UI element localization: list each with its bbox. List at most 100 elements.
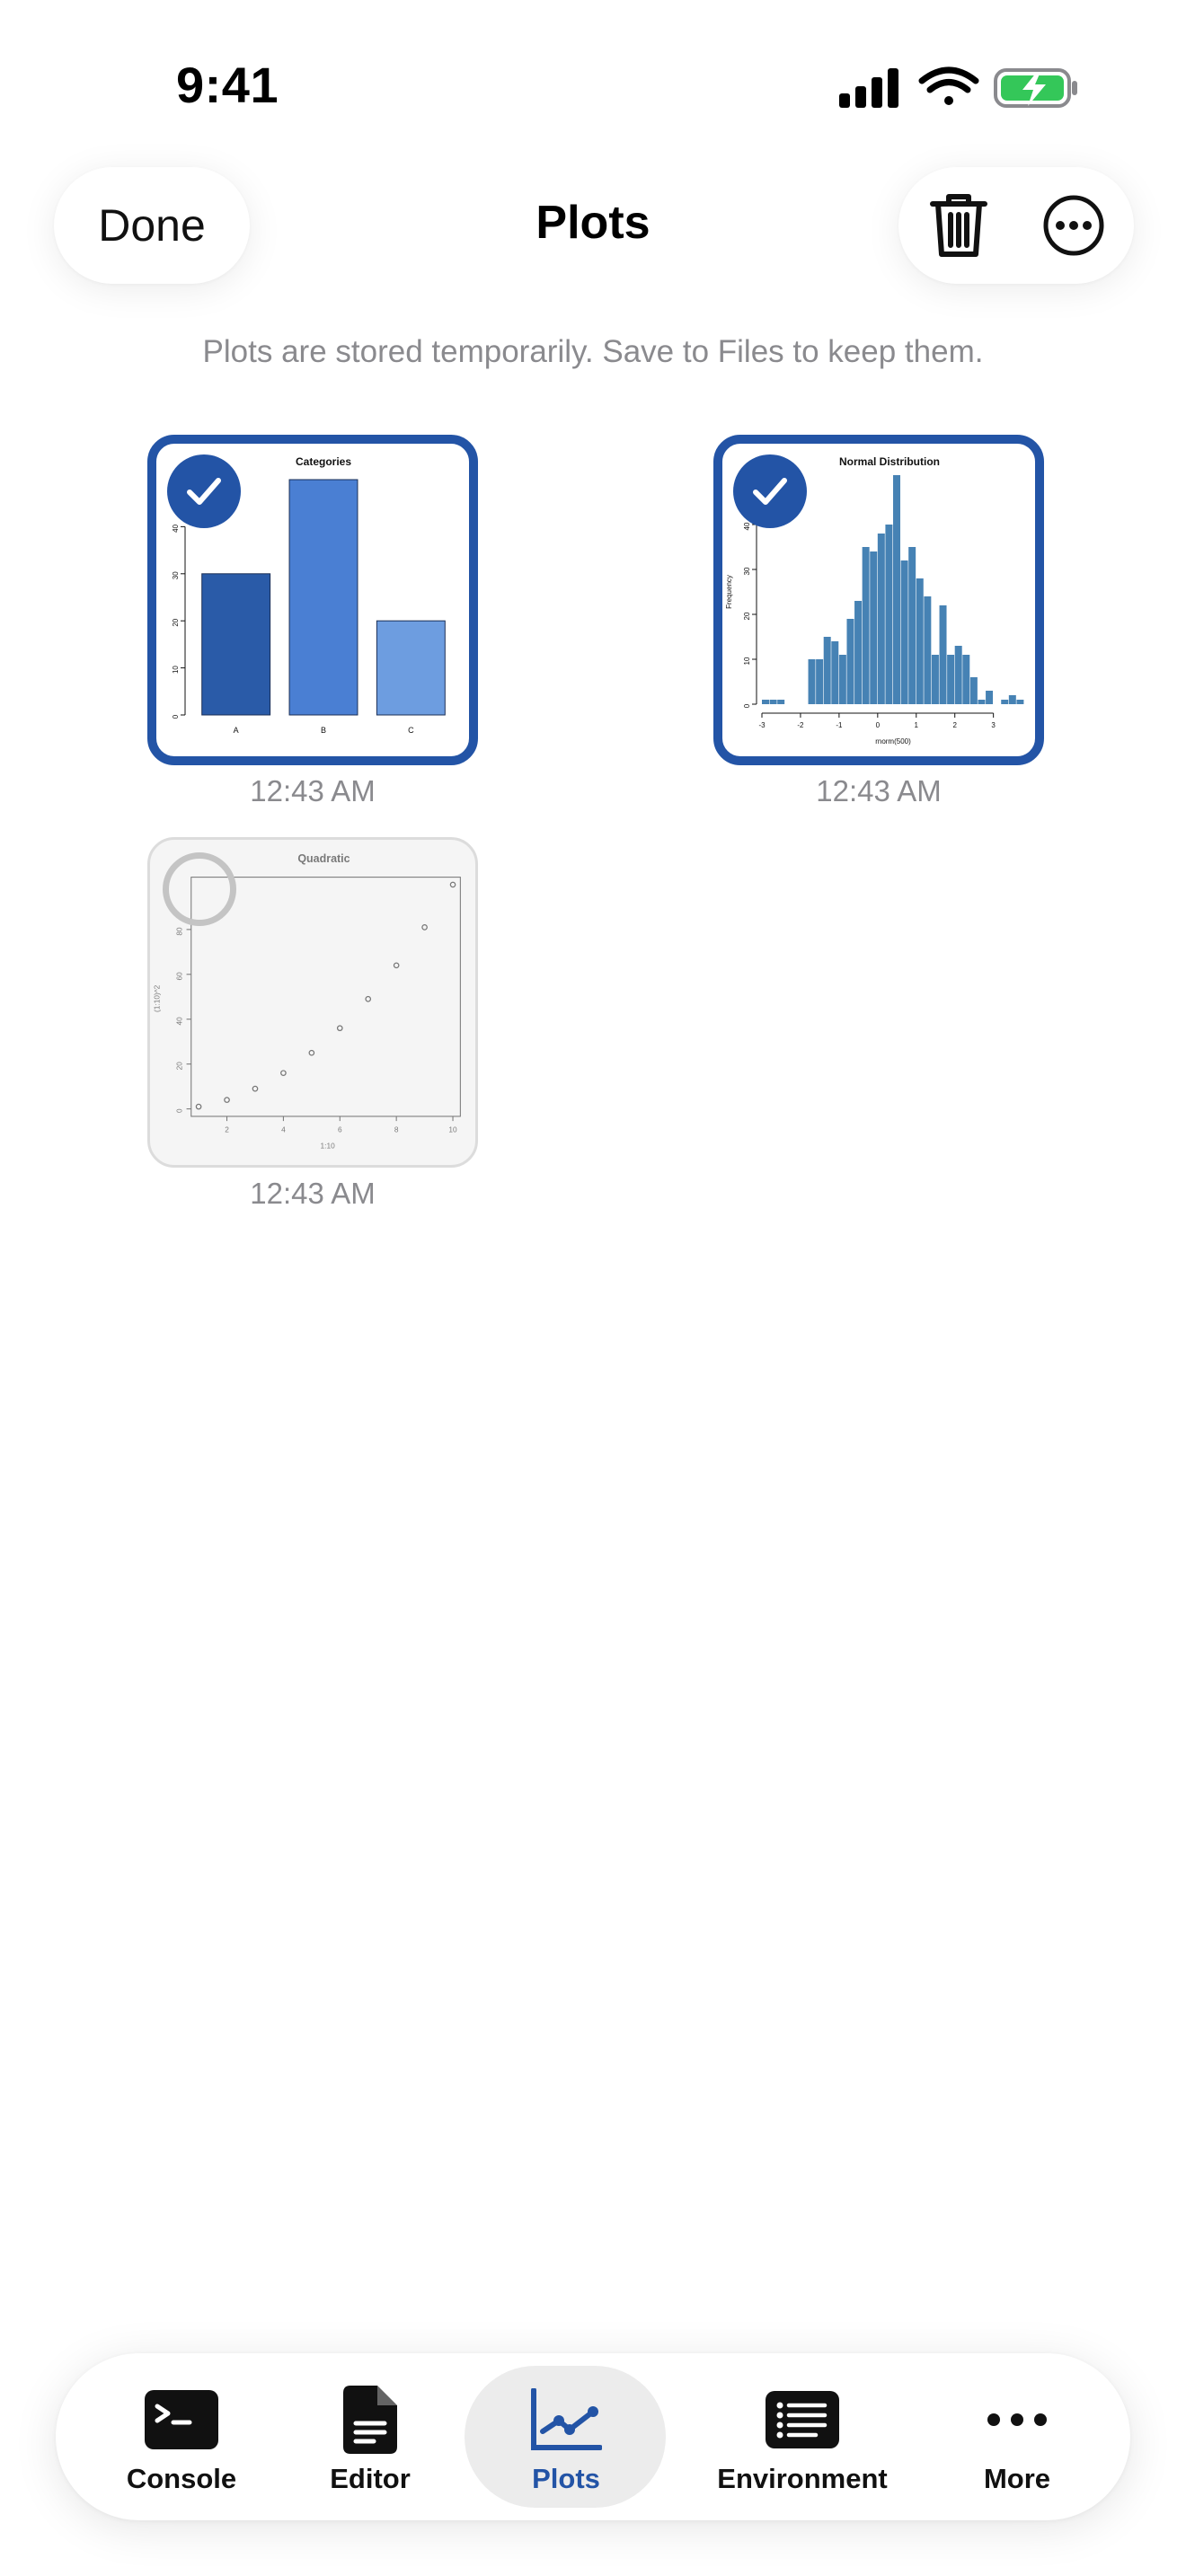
histogram-bar (1008, 695, 1016, 704)
scatter-point (421, 924, 428, 931)
scatter-point (224, 1097, 230, 1103)
scatter-point (336, 1025, 343, 1032)
done-button[interactable]: Done (54, 167, 250, 284)
chart-title: Normal Distribution (839, 455, 940, 468)
histogram-bar (769, 700, 777, 704)
checkmark-icon (753, 478, 787, 505)
tab-label: Editor (330, 2463, 411, 2494)
y-tick-label: 0 (172, 714, 180, 719)
more-options-button[interactable] (1031, 183, 1116, 268)
wifi-icon (918, 66, 979, 105)
x-tick-label: 3 (991, 721, 996, 729)
trash-icon (930, 194, 987, 257)
histogram-bar (870, 551, 878, 704)
plot-thumbnail[interactable]: Normal Distribution 0 10 20 30 40 Frequency -3 -… (713, 435, 1044, 765)
plot-frame (190, 877, 461, 1117)
selection-circle[interactable] (163, 852, 236, 926)
y-tick-label: 80 (174, 927, 183, 936)
tab-editor[interactable]: Editor (307, 2353, 433, 2520)
y-tick-label: 30 (172, 571, 180, 579)
checkmark-icon (187, 478, 221, 505)
y-axis-label: (1:10)^2 (152, 984, 161, 1012)
histogram-bar (916, 578, 924, 704)
y-axis-label: Frequency (725, 575, 733, 609)
histogram-bar (877, 534, 885, 704)
tab-label: Plots (532, 2463, 600, 2494)
plot-timestamp: 12:43 AM (250, 774, 376, 807)
x-tick-label: 10 (448, 1125, 457, 1134)
scatter-point (252, 1085, 259, 1092)
x-tick-label: -2 (797, 721, 804, 729)
tab-label: More (983, 2463, 1051, 2494)
histogram-bar (816, 659, 824, 704)
chart-title: Quadratic (297, 852, 350, 865)
status-icons (839, 65, 1082, 111)
plot-timestamp: 12:43 AM (250, 1177, 376, 1210)
y-tick-label: 20 (174, 1062, 183, 1071)
scatter-point (195, 1103, 202, 1110)
histogram-bar (947, 655, 955, 704)
histogram-bar (885, 525, 893, 704)
histogram-bar (823, 637, 831, 704)
x-category-label: A (234, 726, 239, 735)
histogram-bar (862, 547, 870, 704)
y-tick-label: 20 (743, 612, 751, 620)
y-tick-label: 40 (743, 522, 751, 530)
x-tick-label: -3 (758, 721, 766, 729)
histogram-bar (900, 560, 908, 704)
x-category-label: C (408, 726, 414, 735)
bar-A (201, 573, 271, 716)
x-tick-label: 6 (338, 1125, 342, 1134)
histogram-bar (978, 700, 986, 704)
console-icon (145, 2390, 218, 2449)
header-actions (898, 167, 1134, 284)
delete-button[interactable] (916, 183, 1001, 268)
y-tick-label: 30 (743, 567, 751, 575)
histogram-bar (854, 601, 863, 704)
tab-label: Environment (717, 2463, 888, 2494)
histogram-bar (954, 646, 962, 704)
y-tick-label: 10 (743, 657, 751, 665)
list-icon (766, 2391, 839, 2448)
tab-console[interactable]: Console (101, 2353, 262, 2520)
histogram-bar (846, 619, 854, 704)
page-title: Plots (535, 197, 651, 249)
histogram-bar (777, 700, 785, 704)
y-tick-label: 40 (174, 1017, 183, 1026)
scatter-point (365, 995, 372, 1002)
plot-thumbnail[interactable]: Categories 0 10 20 30 40 A B C (147, 435, 478, 765)
x-tick-label: 2 (952, 721, 957, 729)
tab-label: Console (126, 2463, 237, 2494)
histogram-bar (808, 659, 816, 704)
bar-B (288, 479, 358, 716)
x-tick-label: 2 (225, 1125, 229, 1134)
histogram-bar (908, 547, 916, 704)
scatter-point (280, 1070, 287, 1076)
x-category-label: B (321, 726, 326, 735)
y-tick-label: 60 (174, 972, 183, 981)
ellipsis-icon (987, 2413, 1047, 2426)
cellular-signal-icon (839, 68, 898, 108)
selected-checkmark[interactable] (167, 454, 241, 528)
y-tick-label: 0 (743, 703, 751, 708)
histogram-bar (924, 596, 932, 704)
tab-environment[interactable]: Environment (699, 2353, 906, 2520)
selected-checkmark[interactable] (733, 454, 807, 528)
storage-notice: Plots are stored temporarily. Save to Fi… (202, 334, 984, 369)
tab-plots[interactable]: Plots (485, 2353, 647, 2520)
y-tick-label: 20 (172, 618, 180, 626)
histogram-bar (831, 641, 839, 704)
plot-timestamp: 12:43 AM (816, 774, 942, 807)
histogram-bar (762, 700, 769, 704)
x-tick-label: 1 (915, 721, 919, 729)
x-axis-label: rnorm(500) (875, 737, 911, 745)
chart-line-icon (531, 2388, 602, 2450)
histogram-bar (893, 475, 900, 704)
histogram-bar (1016, 700, 1024, 704)
tab-more[interactable]: More (954, 2353, 1080, 2520)
y-tick-label: 40 (172, 524, 180, 532)
tab-bar: Console Editor Plots Environment More (56, 2353, 1130, 2520)
scatter-point (393, 962, 400, 969)
histogram-bar (931, 655, 939, 704)
plot-thumbnail[interactable]: Quadratic 0 20 40 60 80 (1:10)^2 2 4 6 8 10 1:10 (147, 837, 478, 1168)
